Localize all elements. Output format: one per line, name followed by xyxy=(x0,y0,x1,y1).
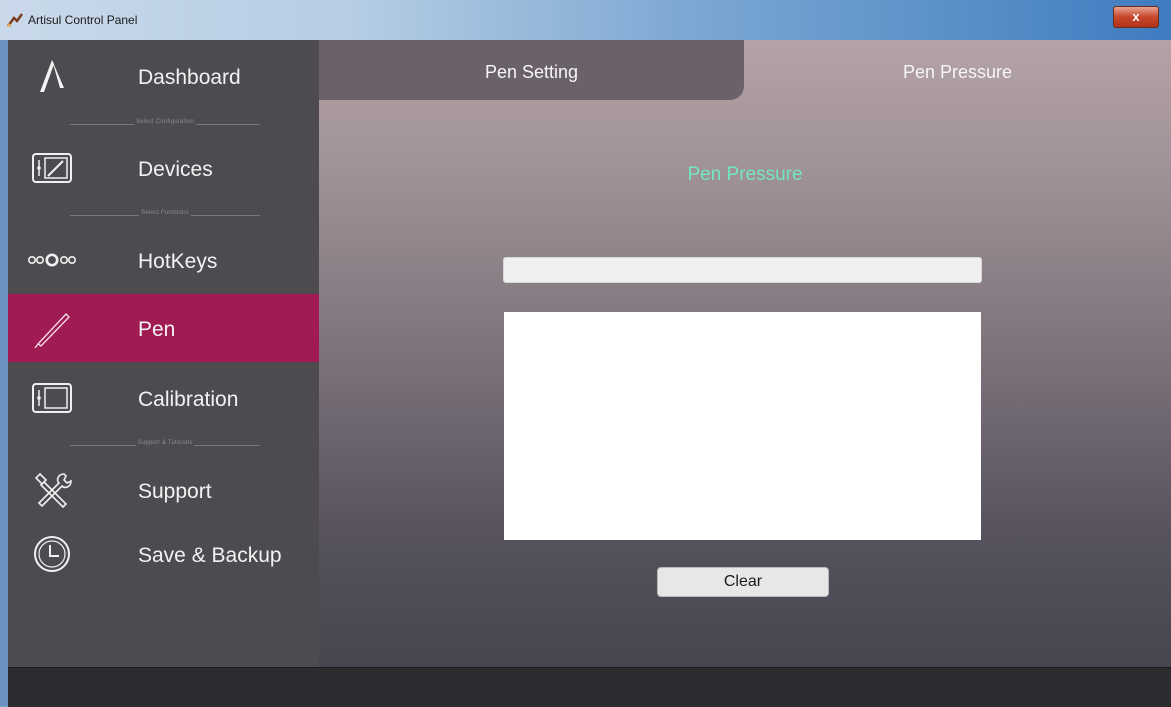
sidebar-item-label: Dashboard xyxy=(138,66,241,89)
pressure-level-bar xyxy=(503,257,982,283)
tablet-device-icon xyxy=(32,153,72,183)
sidebar-item-label: Devices xyxy=(138,158,213,181)
tab-label: Pen Pressure xyxy=(902,62,1013,82)
tab-pen-pressure[interactable]: Pen Pressure xyxy=(744,40,1171,100)
app-window: Artisul Control Panel x Dashboard Select… xyxy=(0,0,1171,707)
sidebar-item-label: Calibration xyxy=(138,388,239,411)
sidebar-item-devices[interactable]: Devices xyxy=(8,134,319,202)
sidebar-item-calibration[interactable]: Calibration xyxy=(8,364,319,432)
tab-pen-setting[interactable]: Pen Setting xyxy=(319,40,744,100)
sidebar-item-hotkeys[interactable]: HotKeys xyxy=(8,226,319,294)
pen-icon xyxy=(34,312,70,349)
sidebar-item-label: Pen xyxy=(138,318,176,341)
sidebar-item-dashboard[interactable]: Dashboard xyxy=(8,42,319,110)
clock-icon xyxy=(34,536,70,572)
sidebar-item-save-backup[interactable]: Save & Backup xyxy=(8,524,319,592)
status-bar xyxy=(8,667,1171,707)
sidebar-item-pen[interactable]: Pen xyxy=(8,294,319,362)
divider-label: Select Configuration xyxy=(133,119,197,125)
sidebar-item-label: Support xyxy=(138,480,212,503)
close-button[interactable]: x xyxy=(1113,6,1159,28)
hotkeys-dots-icon xyxy=(27,253,76,267)
sidebar-item-support[interactable]: Support xyxy=(8,456,319,524)
clear-button[interactable]: Clear xyxy=(657,567,829,597)
window-frame xyxy=(0,40,8,706)
tab-bar: Pen Setting Pen Pressure xyxy=(319,40,1171,102)
tab-label: Pen Setting xyxy=(484,62,579,82)
section-divider: Support & Tutorials xyxy=(70,440,260,450)
tools-icon xyxy=(34,472,72,509)
divider-label: Select Functions xyxy=(139,210,191,216)
sidebar: Dashboard Select Configuration Devices S… xyxy=(8,40,319,667)
section-divider: Select Configuration xyxy=(70,119,260,129)
calibration-screen-icon xyxy=(32,383,72,413)
sidebar-item-label: HotKeys xyxy=(138,250,218,273)
window-title: Artisul Control Panel xyxy=(28,13,138,27)
artisul-logo-icon xyxy=(40,60,64,92)
app-icon xyxy=(7,13,23,27)
title-bar: Artisul Control Panel x xyxy=(0,0,1171,40)
main-content: Pen Setting Pen Pressure Pen Pressure Cl… xyxy=(319,40,1171,667)
pressure-test-drawing-area[interactable] xyxy=(504,312,981,540)
page-title: Pen Pressure xyxy=(687,164,803,185)
section-divider: Select Functions xyxy=(70,210,260,220)
sidebar-item-label: Save & Backup xyxy=(138,544,282,567)
divider-label: Support & Tutorials xyxy=(135,440,195,446)
